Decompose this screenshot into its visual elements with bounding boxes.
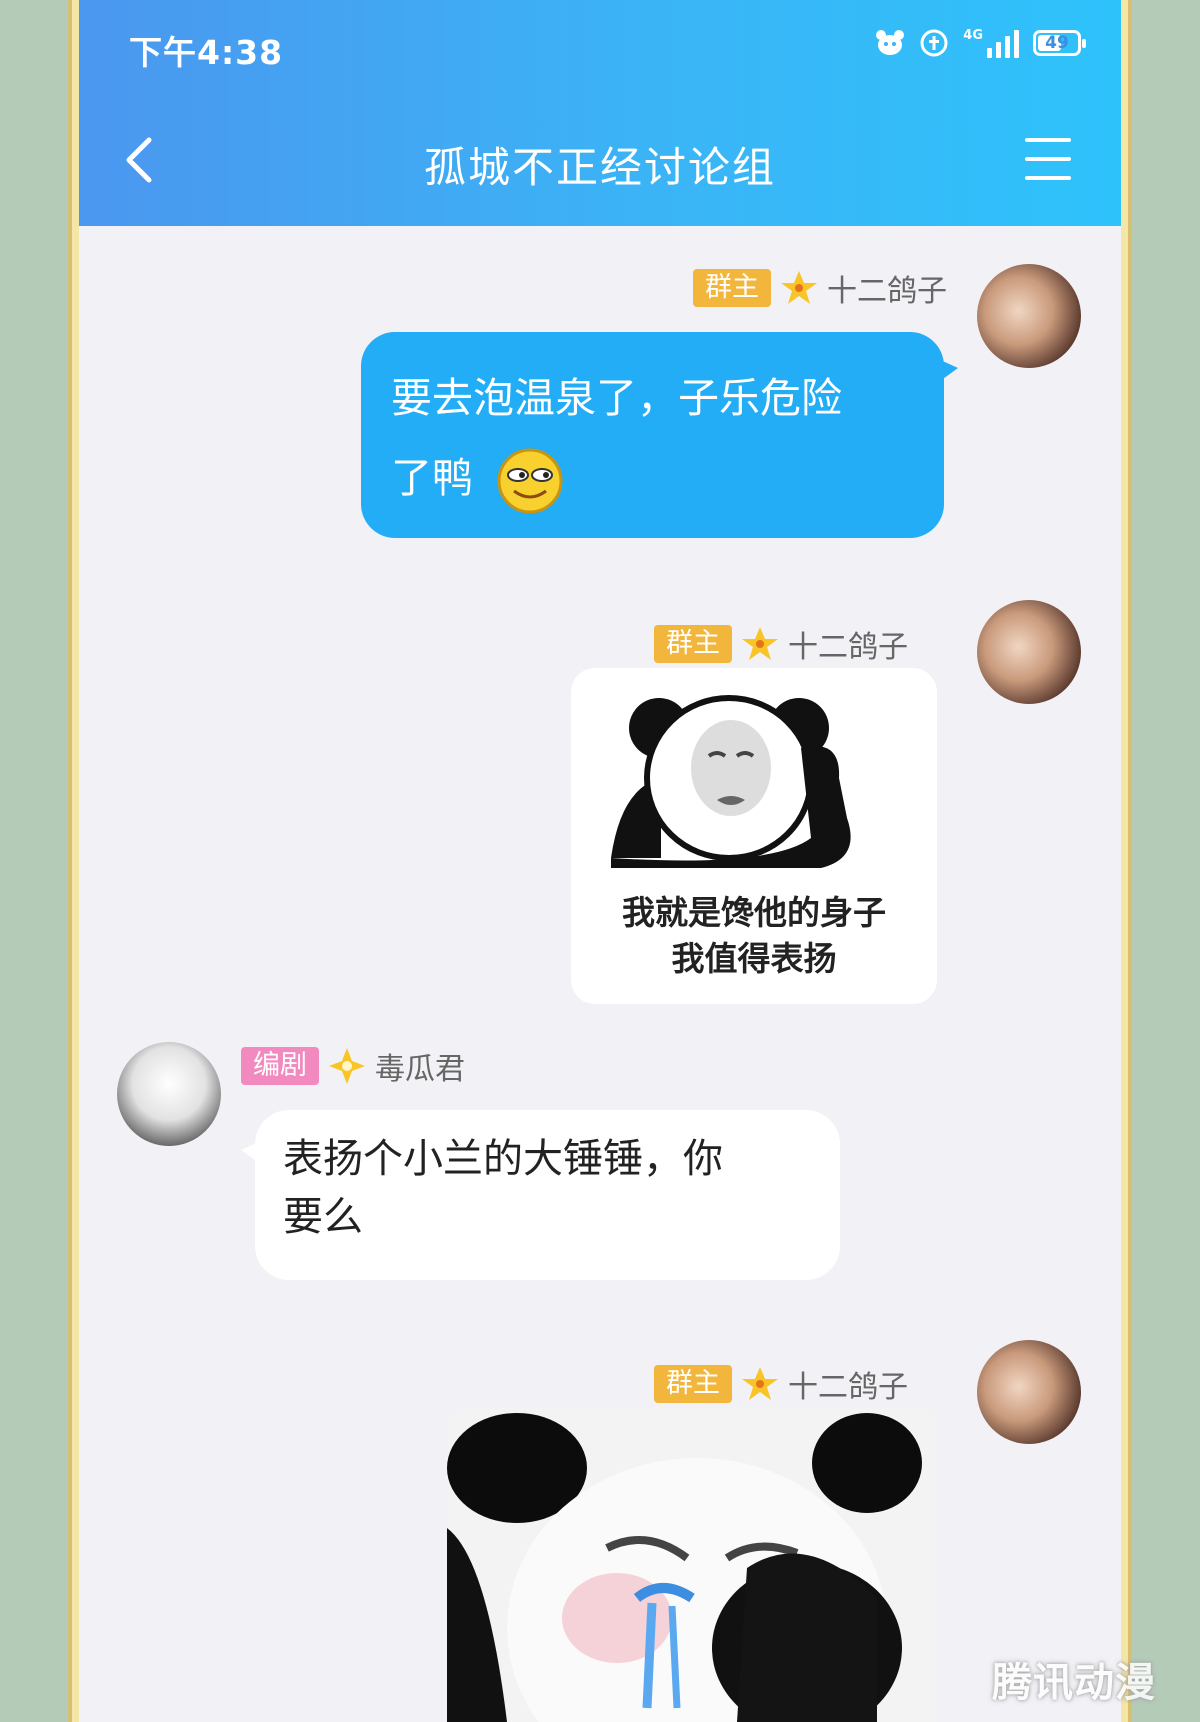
sticker-caption: 我就是馋他的身子 <box>622 893 886 932</box>
role-badge: 编剧 <box>241 1047 319 1085</box>
star-icon <box>781 271 817 304</box>
star-icon <box>742 627 778 660</box>
sender-name: 毒瓜君 <box>375 1052 465 1087</box>
chat-title: 孤城不正经讨论组 <box>423 143 776 192</box>
avatar[interactable] <box>977 264 1081 368</box>
crying-panda-sticker-icon <box>447 1408 937 1722</box>
sender-name: 十二鸽子 <box>788 1370 908 1405</box>
sticker-caption: 我值得表扬 <box>671 939 837 978</box>
message-header: 群主 十二鸽子 <box>693 266 947 310</box>
chat-screen: 下午4:38 4G 49 孤城不正经讨论组 群主 十二鸽子 要去泡温泉了，子乐危… <box>79 0 1121 1722</box>
sticker-message[interactable] <box>447 1408 937 1722</box>
message-bubble[interactable]: 要去泡温泉了，子乐危险 了鸭 <box>361 332 958 538</box>
sticker-message[interactable]: 我就是馋他的身子 我值得表扬 <box>571 668 937 1004</box>
message-text: 要去泡温泉了，子乐危险 <box>391 374 842 422</box>
star-icon <box>742 1367 778 1400</box>
title-bar: 下午4:38 4G 49 孤城不正经讨论组 <box>79 0 1121 226</box>
message-header: 编剧 毒瓜君 <box>241 1044 465 1088</box>
avatar[interactable] <box>977 1340 1081 1444</box>
network-type: 4G <box>963 28 983 43</box>
panda-sticker-icon <box>611 695 851 868</box>
status-icons: 4G 49 <box>875 28 1086 58</box>
role-badge: 群主 <box>654 625 732 663</box>
watermark: 腾讯动漫 <box>992 1660 1156 1706</box>
role-badge: 群主 <box>693 269 771 307</box>
smirk-emoji-icon <box>497 448 563 514</box>
message-header: 群主 十二鸽子 <box>654 1362 908 1406</box>
message-text: 要么 <box>283 1194 363 1240</box>
battery-level: 49 <box>1045 33 1069 53</box>
avatar[interactable] <box>117 1042 221 1146</box>
avatar[interactable] <box>977 600 1081 704</box>
battery-icon: 49 <box>1033 30 1086 56</box>
sparkle-icon <box>329 1048 365 1084</box>
message-bubble[interactable]: 表扬个小兰的大锤锤，你 要么 <box>241 1110 840 1280</box>
sender-name: 十二鸽子 <box>788 630 908 665</box>
message-text: 表扬个小兰的大锤锤，你 <box>283 1136 723 1182</box>
sender-name: 十二鸽子 <box>827 274 947 309</box>
status-time: 下午4:38 <box>129 33 284 72</box>
message-text: 了鸭 <box>391 454 473 502</box>
menu-button[interactable] <box>1025 138 1071 180</box>
signal-icon: 4G <box>963 28 1019 58</box>
message-header: 群主 十二鸽子 <box>654 622 908 666</box>
pet-icon <box>875 28 905 58</box>
role-badge: 群主 <box>654 1365 732 1403</box>
data-saver-icon <box>919 28 949 58</box>
menu-icon <box>1025 138 1071 142</box>
